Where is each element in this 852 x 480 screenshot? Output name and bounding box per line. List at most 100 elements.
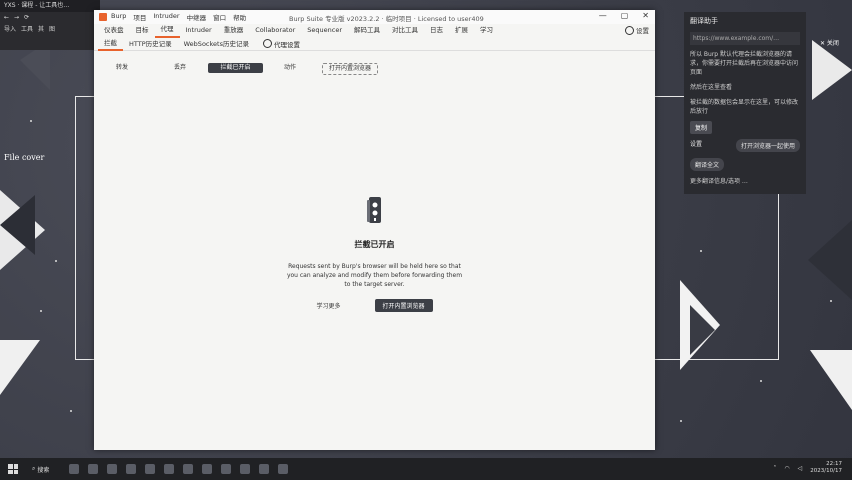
tab-intruder[interactable]: Intruder bbox=[180, 24, 218, 37]
intercept-actions: 学习更多 打开内置浏览器 bbox=[94, 299, 655, 312]
intercept-toggle[interactable]: 拦截已开启 bbox=[208, 63, 263, 73]
taskbar-app-icon[interactable] bbox=[278, 464, 289, 474]
burp-logo-icon bbox=[99, 13, 107, 21]
title-bar: Burp 项目 Intruder 中继器 窗口 帮助 Burp Suite 专业… bbox=[94, 10, 655, 24]
gear-icon bbox=[625, 25, 634, 35]
taskbar-app-icon[interactable] bbox=[259, 464, 270, 474]
taskbar-search[interactable]: ⌕ 搜索 bbox=[32, 465, 49, 474]
system-tray: ˄ ◠ ◁ 22:17 2023/10/17 bbox=[773, 461, 842, 475]
menu-intruder[interactable]: Intruder bbox=[153, 12, 179, 22]
tab-sequencer[interactable]: Sequencer bbox=[301, 24, 348, 37]
taskbar-app-icon[interactable] bbox=[88, 464, 99, 474]
taskbar: ⌕ 搜索 ˄ ◠ ◁ 22:17 2023/10/17 bbox=[0, 458, 852, 480]
tray-chevron-icon[interactable]: ˄ bbox=[773, 465, 776, 472]
tab-intercept[interactable]: 拦截 bbox=[98, 37, 123, 51]
drop-button[interactable]: 丢弃 bbox=[174, 62, 186, 74]
menu-bar: Burp 项目 Intruder 中继器 窗口 帮助 bbox=[111, 12, 246, 22]
menu-project[interactable]: 项目 bbox=[133, 12, 146, 22]
tab-decoder[interactable]: 解码工具 bbox=[348, 24, 386, 37]
browser-nav: ← → ⟳ bbox=[0, 12, 100, 24]
tab-comparer[interactable]: 对比工具 bbox=[386, 24, 424, 37]
action-button[interactable]: 动作 bbox=[284, 62, 296, 74]
tab-proxy[interactable]: 代理 bbox=[154, 23, 180, 38]
side-panel-text: 所以 Burp 默认代理会拦截浏览器的请求，你需要打开拦截后再在浏览器中访问页面 bbox=[690, 51, 799, 76]
side-panel-translate-row: 翻译全文 bbox=[684, 155, 806, 174]
minimize-icon[interactable]: — bbox=[599, 11, 607, 20]
wifi-icon[interactable]: ◠ bbox=[784, 465, 789, 472]
intercept-heading: 拦截已开启 bbox=[354, 240, 395, 249]
bookmark-item[interactable]: 图 bbox=[49, 24, 55, 36]
side-panel-settings[interactable]: 设置 bbox=[690, 139, 702, 152]
intercept-toolbar: 转发 丢弃 拦截已开启 动作 打开内置浏览器 bbox=[94, 62, 655, 75]
proxy-settings-button[interactable]: 代理设置 bbox=[262, 39, 300, 49]
window-controls: — ▢ ✕ bbox=[599, 11, 649, 20]
open-browser-button[interactable]: 打开内置浏览器 bbox=[322, 63, 379, 75]
taskbar-app-icon[interactable] bbox=[164, 464, 175, 474]
start-icon[interactable] bbox=[8, 464, 18, 474]
intercept-empty-state: 拦截已开启 Requests sent by Burp's browser wi… bbox=[94, 195, 655, 312]
bookmark-item[interactable]: 工具 bbox=[21, 24, 33, 36]
back-icon[interactable]: ← bbox=[4, 12, 9, 24]
copy-button[interactable]: 复制 bbox=[690, 121, 713, 134]
tab-dashboard[interactable]: 仪表盘 bbox=[98, 24, 130, 37]
open-browser-main-button[interactable]: 打开内置浏览器 bbox=[374, 299, 433, 312]
taskbar-app-icon[interactable] bbox=[69, 464, 80, 474]
bookmarks-bar: 导入 工具 其 图 bbox=[0, 24, 100, 36]
side-panel-actions: 设置 打开浏览器一起使用 bbox=[684, 136, 806, 155]
tab-logger[interactable]: 日志 bbox=[424, 24, 449, 37]
desktop-triangle bbox=[0, 340, 40, 395]
close-icon[interactable]: ✕ bbox=[642, 11, 649, 20]
tab-learn[interactable]: 学习 bbox=[474, 24, 499, 37]
tab-websockets-history[interactable]: WebSockets历史记录 bbox=[178, 38, 255, 50]
menu-help[interactable]: 帮助 bbox=[233, 12, 246, 22]
reload-icon[interactable]: ⟳ bbox=[24, 12, 29, 24]
settings-label: 设置 bbox=[636, 27, 649, 35]
burp-window: Burp 项目 Intruder 中继器 窗口 帮助 Burp Suite 专业… bbox=[94, 10, 655, 450]
intercept-description: Requests sent by Burp's browser will be … bbox=[286, 263, 463, 288]
proxy-sub-tabs: 拦截 HTTP历史记录 WebSockets历史记录 代理设置 bbox=[94, 37, 655, 51]
browser-tab[interactable]: YXS · 课程 - 让工具也… bbox=[0, 0, 100, 12]
gear-icon bbox=[262, 39, 272, 48]
volume-icon[interactable]: ◁ bbox=[798, 465, 803, 472]
translate-full-button[interactable]: 翻译全文 bbox=[690, 158, 725, 171]
side-panel-open-browser[interactable]: 打开浏览器一起使用 bbox=[735, 139, 800, 152]
side-panel-footer[interactable]: 更多翻译信息/选项 … bbox=[684, 174, 806, 189]
tab-extensions[interactable]: 扩展 bbox=[449, 24, 474, 37]
settings-button[interactable]: 设置 bbox=[625, 25, 649, 35]
taskbar-app-icon[interactable] bbox=[202, 464, 213, 474]
forward-icon[interactable]: → bbox=[14, 12, 19, 24]
tab-http-history[interactable]: HTTP历史记录 bbox=[123, 38, 178, 50]
menu-repeater[interactable]: 中继器 bbox=[187, 12, 207, 22]
maximize-icon[interactable]: ▢ bbox=[621, 11, 629, 20]
tab-repeater[interactable]: 重放器 bbox=[218, 24, 250, 37]
background-browser: YXS · 课程 - 让工具也… ← → ⟳ 导入 工具 其 图 bbox=[0, 0, 100, 50]
clock-date: 2023/10/17 bbox=[810, 468, 842, 474]
bookmark-item[interactable]: 其 bbox=[38, 24, 44, 36]
side-panel-url[interactable]: https://www.example.com/… bbox=[690, 32, 800, 45]
learn-more-link[interactable]: 学习更多 bbox=[316, 301, 340, 310]
taskbar-app-icon[interactable] bbox=[183, 464, 194, 474]
taskbar-search-label: 搜索 bbox=[37, 466, 50, 474]
tab-collaborator[interactable]: Collaborator bbox=[249, 24, 301, 37]
taskbar-app-icon[interactable] bbox=[221, 464, 232, 474]
search-icon: ⌕ bbox=[32, 465, 36, 472]
proxy-settings-label: 代理设置 bbox=[273, 40, 300, 49]
main-tabs: 仪表盘 目标 代理 Intruder 重放器 Collaborator Sequ… bbox=[94, 23, 655, 38]
clock[interactable]: 22:17 2023/10/17 bbox=[810, 461, 842, 475]
taskbar-app-icon[interactable] bbox=[126, 464, 137, 474]
taskbar-app-icon[interactable] bbox=[145, 464, 156, 474]
intercept-icon bbox=[366, 195, 384, 225]
taskbar-app-icon[interactable] bbox=[240, 464, 251, 474]
side-panel-title: 翻译助手 bbox=[690, 17, 718, 25]
bookmark-item[interactable]: 导入 bbox=[4, 24, 16, 36]
forward-button[interactable]: 转发 bbox=[116, 62, 128, 74]
desktop-triangle bbox=[812, 40, 852, 100]
menu-burp[interactable]: Burp bbox=[111, 12, 126, 22]
taskbar-app-icon[interactable] bbox=[107, 464, 118, 474]
close-panel-button[interactable]: ✕ 关闭 bbox=[820, 38, 839, 47]
window-title: Burp Suite 专业版 v2023.2.2 · 临时项目 · Licens… bbox=[289, 15, 484, 23]
desktop-triangle bbox=[808, 220, 852, 300]
tab-target[interactable]: 目标 bbox=[130, 24, 155, 37]
menu-window[interactable]: 窗口 bbox=[213, 12, 226, 22]
desktop-file-label[interactable]: File cover bbox=[4, 153, 44, 162]
